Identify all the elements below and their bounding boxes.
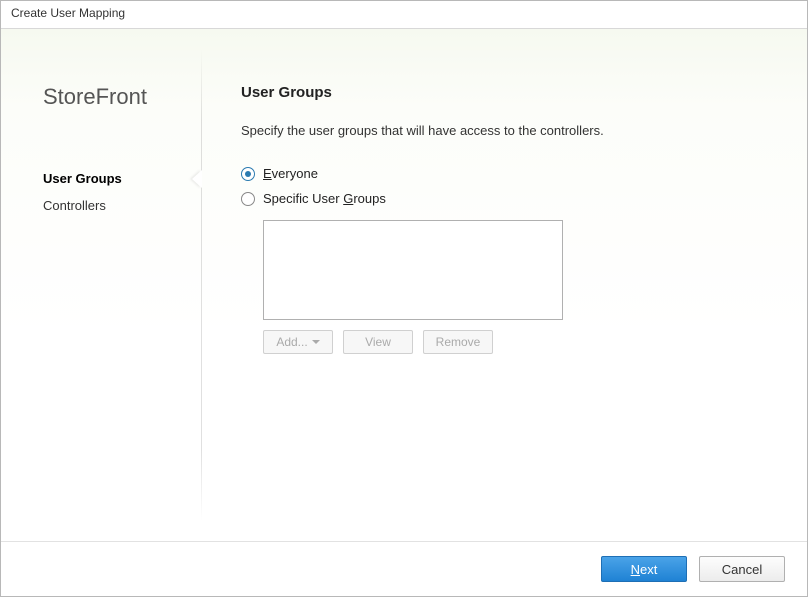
view-button[interactable]: View <box>343 330 413 354</box>
sidebar-item-label: Controllers <box>43 198 106 213</box>
view-button-label: View <box>365 335 391 349</box>
sidebar-item-user-groups[interactable]: User Groups <box>1 165 201 192</box>
radio-everyone-label[interactable]: Everyone <box>263 166 318 181</box>
option-everyone[interactable]: Everyone <box>241 166 767 181</box>
radio-everyone[interactable] <box>241 167 255 181</box>
radio-specific-groups-label[interactable]: Specific User Groups <box>263 191 386 206</box>
remove-button[interactable]: Remove <box>423 330 493 354</box>
add-button-label: Add... <box>276 335 307 349</box>
brand-title: StoreFront <box>1 84 201 110</box>
cancel-button[interactable]: Cancel <box>699 556 785 582</box>
add-button[interactable]: Add... <box>263 330 333 354</box>
page-title: User Groups <box>241 84 767 101</box>
sidebar-item-label: User Groups <box>43 171 122 186</box>
page-description: Specify the user groups that will have a… <box>241 123 767 138</box>
sidebar: StoreFront User Groups Controllers <box>1 29 201 541</box>
main-panel: User Groups Specify the user groups that… <box>201 29 807 541</box>
option-specific-groups[interactable]: Specific User Groups <box>241 191 767 206</box>
dialog-window: Create User Mapping StoreFront User Grou… <box>0 0 808 597</box>
list-buttons: Add... View Remove <box>263 330 767 354</box>
vertical-divider <box>201 49 202 521</box>
sidebar-item-controllers[interactable]: Controllers <box>1 192 201 219</box>
cancel-button-label: Cancel <box>722 562 762 577</box>
dialog-body: StoreFront User Groups Controllers User … <box>1 29 807 541</box>
chevron-down-icon <box>312 340 320 344</box>
window-title: Create User Mapping <box>11 6 125 20</box>
radio-specific-groups[interactable] <box>241 192 255 206</box>
next-button[interactable]: Next <box>601 556 687 582</box>
titlebar: Create User Mapping <box>1 1 807 29</box>
groups-listbox[interactable] <box>263 220 563 320</box>
dialog-footer: Next Cancel <box>1 541 807 596</box>
remove-button-label: Remove <box>436 335 481 349</box>
